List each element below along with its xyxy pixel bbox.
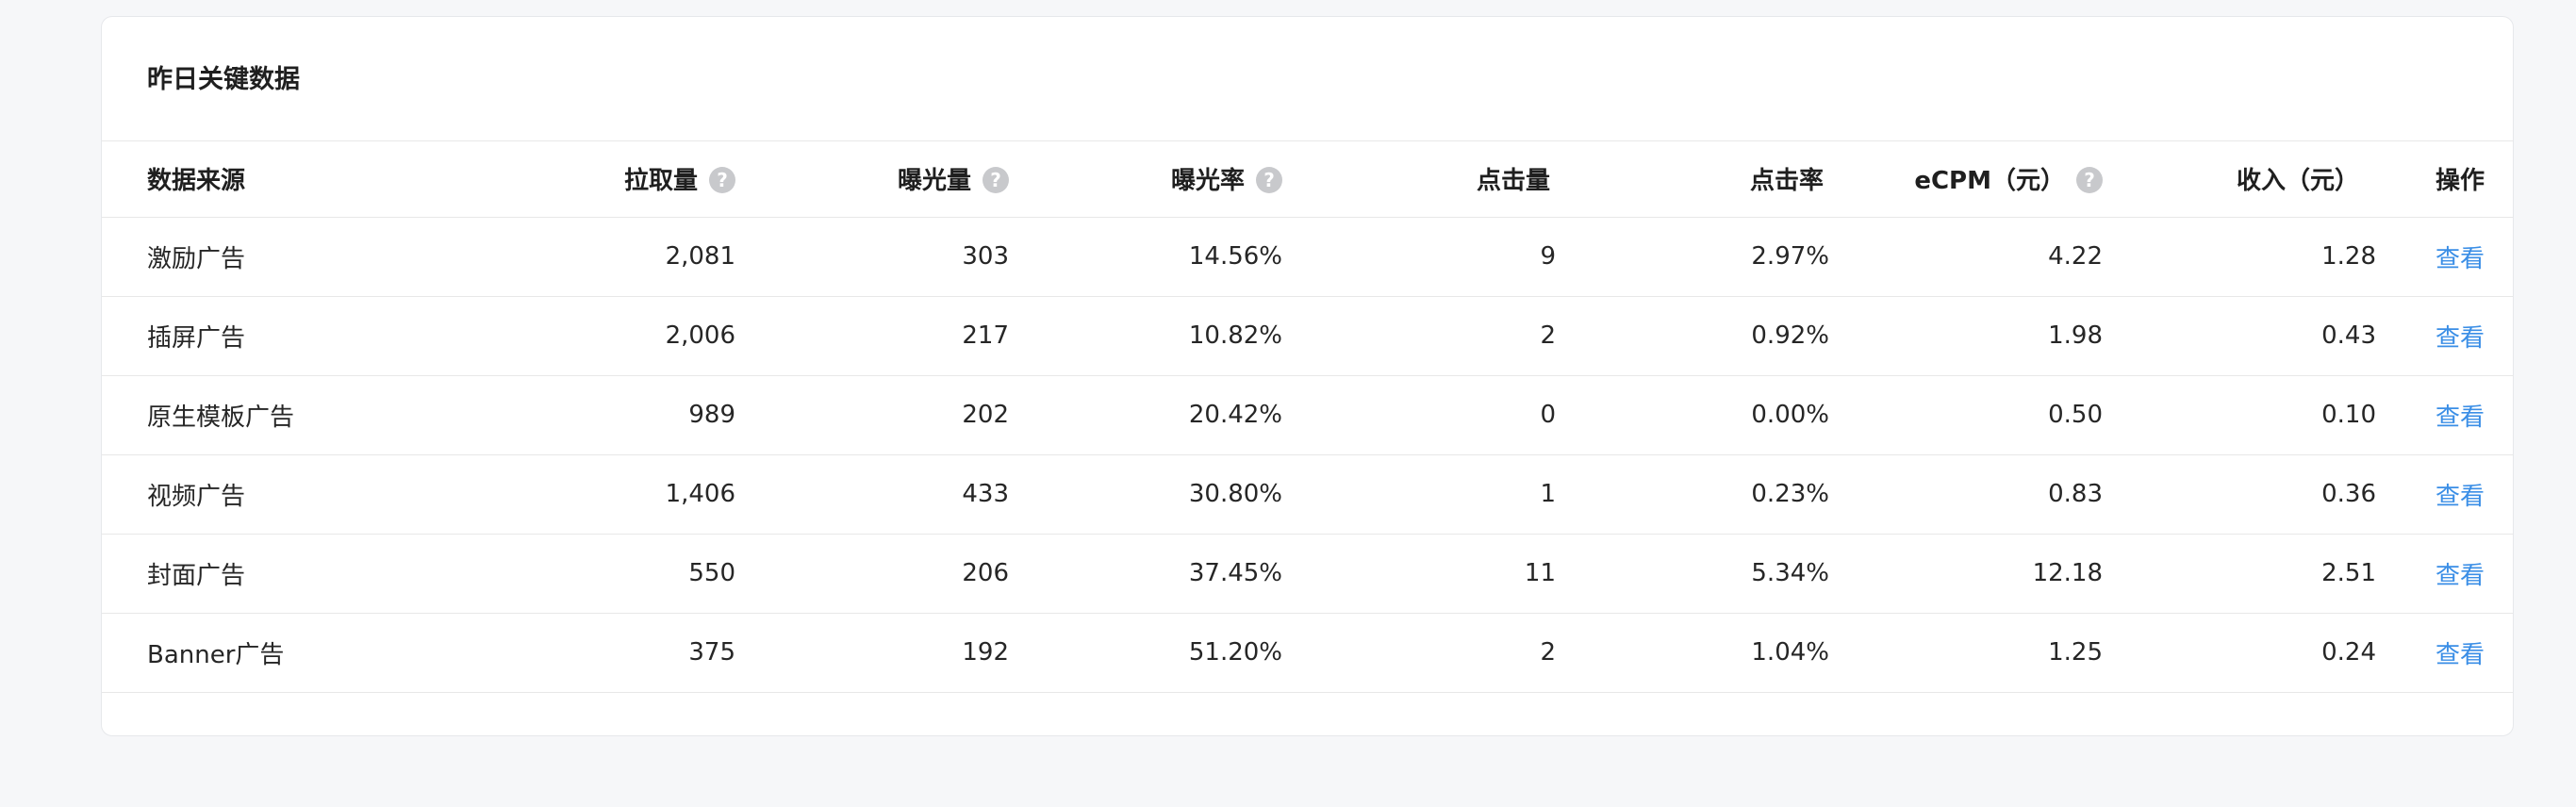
cell-revenue: 1.28: [2103, 217, 2376, 297]
cell-pulls: 2,081: [352, 217, 735, 297]
cell-impression-rate: 14.56%: [1009, 217, 1282, 297]
help-icon[interactable]: ?: [2076, 166, 2103, 193]
cell-action: 查看: [2376, 534, 2513, 614]
card-header: 昨日关键数据: [102, 17, 2513, 141]
cell-action: 查看: [2376, 454, 2513, 535]
cell-action: 查看: [2376, 375, 2513, 455]
cell-ctr: 0.23%: [1556, 454, 1829, 535]
cell-revenue: 2.51: [2103, 534, 2376, 614]
cell-revenue: 0.24: [2103, 613, 2376, 693]
cell-clicks: 2: [1282, 296, 1556, 376]
cell-source: 原生模板广告: [102, 375, 352, 455]
table-row: 封面广告 550 206 37.45% 11 5.34% 12.18 2.51 …: [102, 534, 2513, 614]
cell-pulls: 375: [352, 613, 735, 693]
table-row: 激励广告 2,081 303 14.56% 9 2.97% 4.22 1.28 …: [102, 217, 2513, 297]
table-row: 原生模板广告 989 202 20.42% 0 0.00% 0.50 0.10 …: [102, 375, 2513, 455]
cell-ecpm: 4.22: [1829, 217, 2103, 297]
cell-impression-rate: 51.20%: [1009, 613, 1282, 693]
cell-ecpm: 0.50: [1829, 375, 2103, 455]
cell-impressions: 206: [735, 534, 1009, 614]
cell-impression-rate: 37.45%: [1009, 534, 1282, 614]
cell-source: Banner广告: [102, 613, 352, 693]
view-link[interactable]: 查看: [2436, 641, 2485, 669]
cell-source: 视频广告: [102, 454, 352, 535]
cell-ctr: 1.04%: [1556, 613, 1829, 693]
col-header-revenue: 收入（元）: [2103, 141, 2376, 218]
cell-revenue: 0.43: [2103, 296, 2376, 376]
cell-ecpm: 1.25: [1829, 613, 2103, 693]
view-link[interactable]: 查看: [2436, 483, 2485, 511]
view-link[interactable]: 查看: [2436, 562, 2485, 590]
cell-pulls: 550: [352, 534, 735, 614]
cell-action: 查看: [2376, 217, 2513, 297]
key-data-table: 数据来源 拉取量? 曝光量? 曝光率? 点击量 点击率 eCPM（元）? 收入（…: [102, 141, 2513, 693]
cell-ctr: 5.34%: [1556, 534, 1829, 614]
cell-revenue: 0.10: [2103, 375, 2376, 455]
table-row: Banner广告 375 192 51.20% 2 1.04% 1.25 0.2…: [102, 613, 2513, 693]
cell-impressions: 192: [735, 613, 1009, 693]
cell-source: 插屏广告: [102, 296, 352, 376]
view-link[interactable]: 查看: [2436, 324, 2485, 353]
key-data-card: 昨日关键数据 数据来源 拉取量? 曝光量? 曝光率? 点击量 点击率 eCPM（…: [101, 16, 2514, 736]
cell-impressions: 202: [735, 375, 1009, 455]
cell-impressions: 303: [735, 217, 1009, 297]
cell-pulls: 2,006: [352, 296, 735, 376]
cell-impression-rate: 30.80%: [1009, 454, 1282, 535]
cell-source: 激励广告: [102, 217, 352, 297]
help-icon[interactable]: ?: [1256, 166, 1282, 193]
table-row: 插屏广告 2,006 217 10.82% 2 0.92% 1.98 0.43 …: [102, 296, 2513, 376]
col-header-action: 操作: [2376, 141, 2513, 218]
card-title: 昨日关键数据: [147, 65, 300, 94]
table-row: 视频广告 1,406 433 30.80% 1 0.23% 0.83 0.36 …: [102, 454, 2513, 535]
col-header-clicks: 点击量: [1282, 141, 1556, 218]
cell-ecpm: 12.18: [1829, 534, 2103, 614]
cell-impression-rate: 20.42%: [1009, 375, 1282, 455]
cell-ecpm: 0.83: [1829, 454, 2103, 535]
col-header-pulls: 拉取量?: [352, 141, 735, 218]
cell-clicks: 9: [1282, 217, 1556, 297]
cell-clicks: 11: [1282, 534, 1556, 614]
cell-pulls: 1,406: [352, 454, 735, 535]
help-icon[interactable]: ?: [709, 166, 735, 193]
cell-source: 封面广告: [102, 534, 352, 614]
view-link[interactable]: 查看: [2436, 245, 2485, 273]
cell-revenue: 0.36: [2103, 454, 2376, 535]
cell-pulls: 989: [352, 375, 735, 455]
cell-ecpm: 1.98: [1829, 296, 2103, 376]
cell-action: 查看: [2376, 296, 2513, 376]
help-icon[interactable]: ?: [983, 166, 1009, 193]
view-link[interactable]: 查看: [2436, 404, 2485, 432]
cell-clicks: 0: [1282, 375, 1556, 455]
col-header-impression-rate: 曝光率?: [1009, 141, 1282, 218]
cell-ctr: 2.97%: [1556, 217, 1829, 297]
cell-ctr: 0.00%: [1556, 375, 1829, 455]
cell-impressions: 217: [735, 296, 1009, 376]
cell-impressions: 433: [735, 454, 1009, 535]
col-header-ctr: 点击率: [1556, 141, 1829, 218]
col-header-source: 数据来源: [102, 141, 352, 218]
cell-ctr: 0.92%: [1556, 296, 1829, 376]
col-header-ecpm: eCPM（元）?: [1829, 141, 2103, 218]
col-header-impressions: 曝光量?: [735, 141, 1009, 218]
cell-impression-rate: 10.82%: [1009, 296, 1282, 376]
cell-clicks: 1: [1282, 454, 1556, 535]
cell-clicks: 2: [1282, 613, 1556, 693]
cell-action: 查看: [2376, 613, 2513, 693]
table-header-row: 数据来源 拉取量? 曝光量? 曝光率? 点击量 点击率 eCPM（元）? 收入（…: [102, 141, 2513, 218]
